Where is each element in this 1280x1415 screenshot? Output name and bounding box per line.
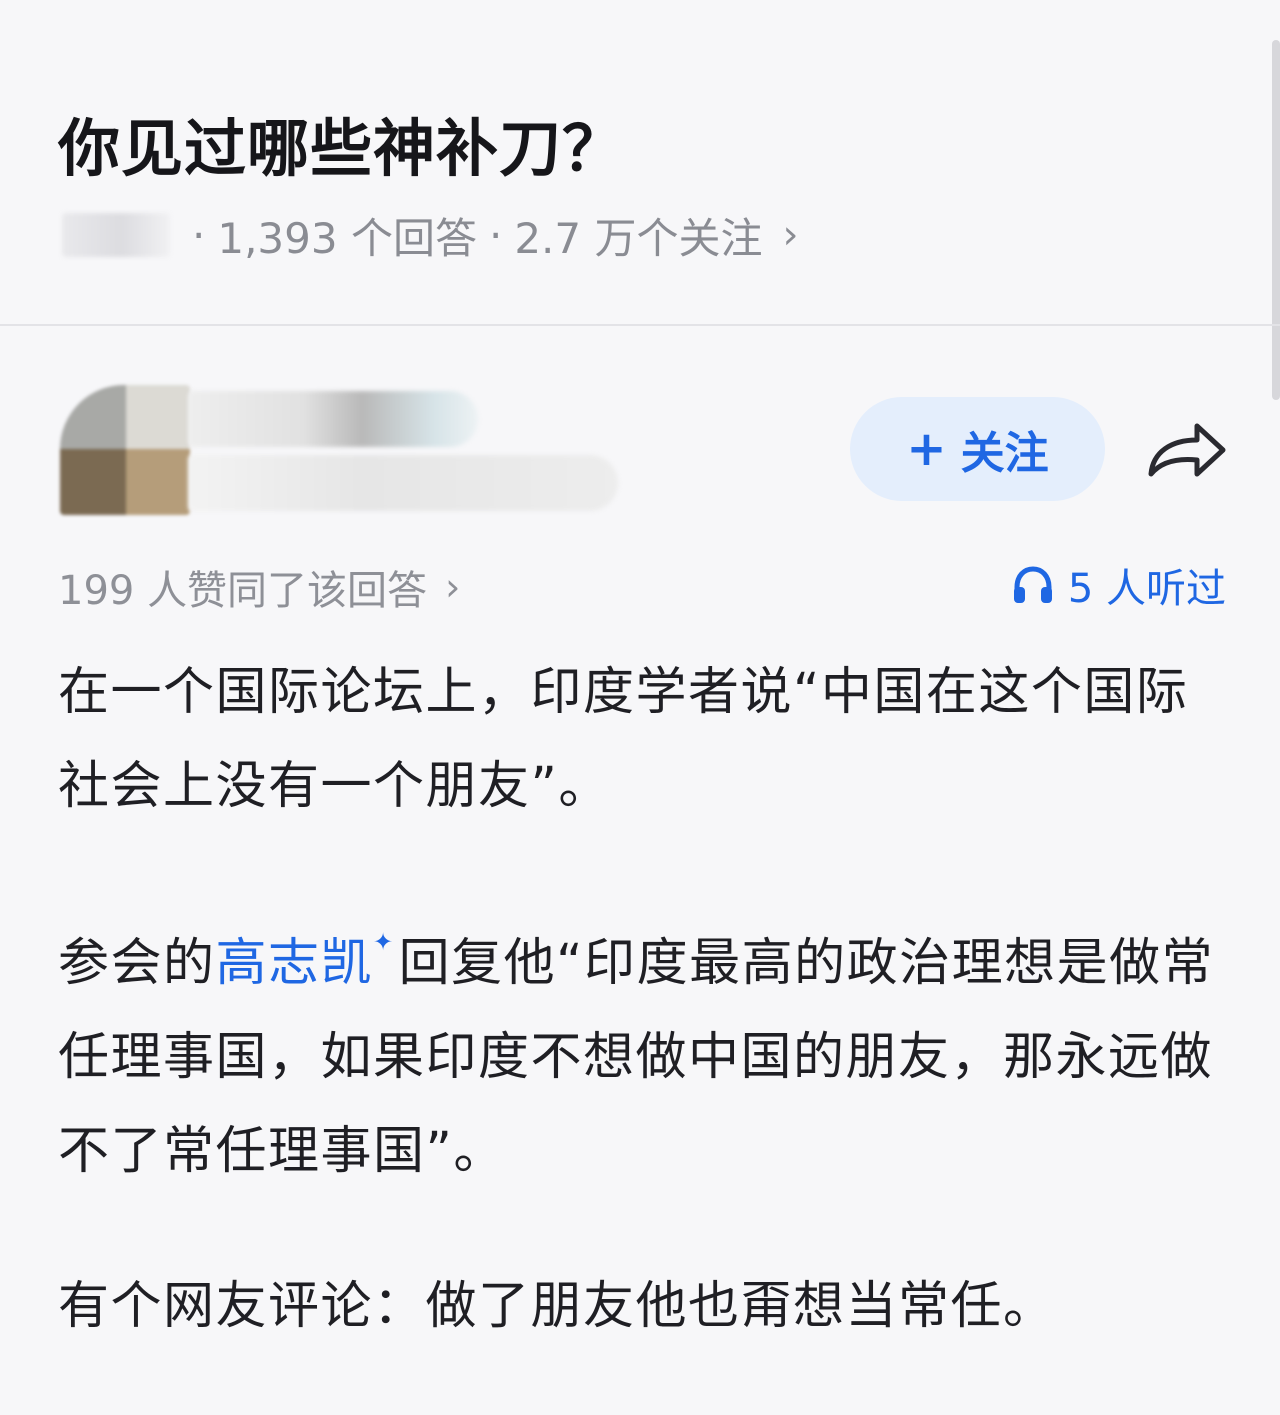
- person-link[interactable]: 高志凯: [216, 934, 374, 993]
- meta-separator: ·: [488, 210, 503, 260]
- scrollbar[interactable]: [1272, 40, 1280, 400]
- headphones-icon: [1013, 566, 1052, 603]
- blurred-author-name[interactable]: [188, 391, 478, 447]
- blurred-author-bio: [188, 455, 618, 511]
- author-info[interactable]: [60, 385, 630, 520]
- follow-label: 关注: [960, 428, 1049, 479]
- question-header: 你见过哪些神补刀？ · 1,393 个回答 · 2.7 万个关注 ›: [0, 0, 1280, 325]
- chevron-right-icon: ›: [782, 212, 799, 258]
- sparkle-icon: ✦: [373, 928, 395, 956]
- listened-text: 5 人听过: [1067, 566, 1226, 612]
- votes-text: 199 人赞同了该回答: [58, 568, 428, 614]
- meta-separator: ·: [192, 210, 206, 260]
- question-meta[interactable]: · 1,393 个回答 · 2.7 万个关注 ›: [62, 207, 798, 263]
- plus-icon: +: [906, 421, 947, 477]
- avatar[interactable]: [60, 385, 190, 515]
- p2-before: 参会的: [58, 934, 216, 993]
- followers-count: 2.7 万个关注: [514, 213, 763, 263]
- answer-paragraph-2: 参会的高志凯✦回复他“印度最高的政治理想是做常任理事国，如果印度不想做中国的朋友…: [58, 895, 1228, 1199]
- blurred-asker-name: [62, 213, 170, 257]
- answer-paragraph-1: 在一个国际论坛上，印度学者说“中国在这个国际社会上没有一个朋友”。: [58, 663, 1189, 816]
- votes-summary[interactable]: 199 人赞同了该回答 ›: [58, 558, 460, 616]
- question-title[interactable]: 你见过哪些神补刀？: [58, 98, 625, 188]
- chevron-right-icon: ›: [445, 565, 461, 609]
- follow-button[interactable]: + 关注: [850, 397, 1105, 501]
- answers-count: 1,393 个回答: [217, 213, 477, 263]
- answer-content: 在一个国际论坛上，印度学者说“中国在这个国际社会上没有一个朋友”。 参会的高志凯…: [58, 646, 1228, 1354]
- answer-paragraph-3: 有个网友评论：做了朋友他也甭想当常任。: [58, 1277, 1056, 1336]
- listened-count[interactable]: 5 人听过: [1012, 556, 1226, 614]
- share-icon[interactable]: [1145, 418, 1229, 484]
- divider: [0, 324, 1280, 326]
